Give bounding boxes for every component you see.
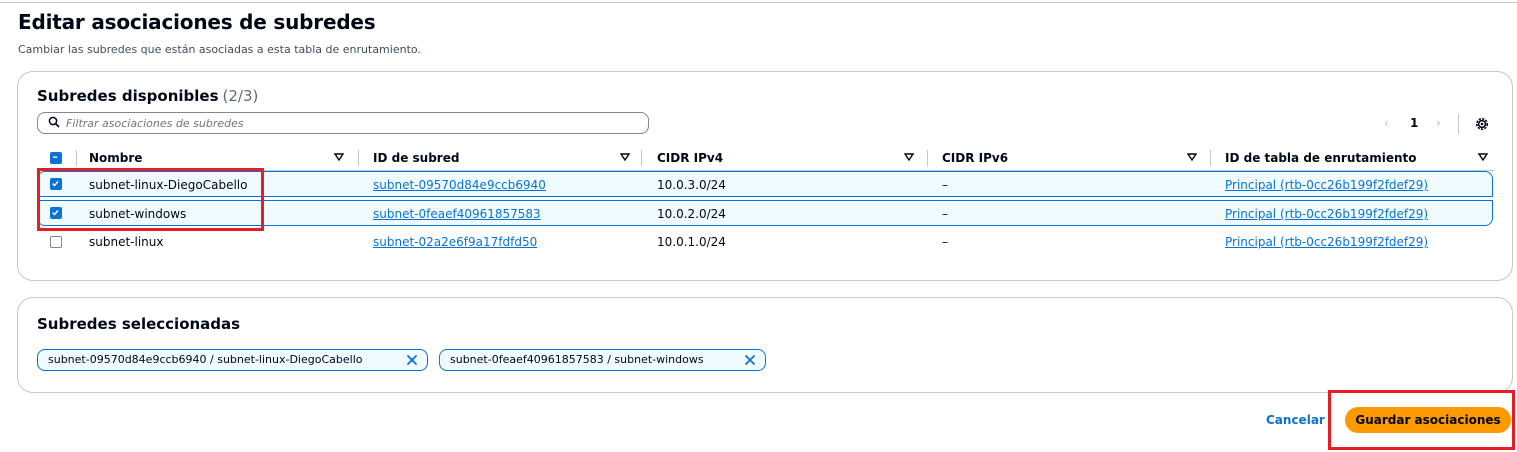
sort-icon[interactable] bbox=[904, 152, 914, 162]
sort-icon[interactable] bbox=[620, 152, 630, 162]
selection-count: (2/3) bbox=[222, 87, 259, 105]
column-divider bbox=[1210, 150, 1211, 166]
pager-divider bbox=[1458, 114, 1459, 134]
cell-route-table-link[interactable]: Principal (rtb-0cc26b199f2fdef29) bbox=[1225, 178, 1428, 192]
column-header-name[interactable]: Nombre bbox=[89, 148, 142, 168]
cell-cidr-ipv4: 10.0.1.0/24 bbox=[657, 235, 726, 249]
column-divider bbox=[76, 150, 77, 166]
table-row[interactable]: subnet-linux subnet-02a2e6f9a17fdfd50 10… bbox=[37, 229, 1493, 255]
highlight-box-selected-rows bbox=[37, 168, 264, 231]
column-header-route-table[interactable]: ID de tabla de enrutamiento bbox=[1225, 148, 1416, 168]
column-header-cidr-ipv6[interactable]: CIDR IPv6 bbox=[942, 148, 1008, 168]
selected-token: subnet-0feaef40961857583 / subnet-window… bbox=[439, 349, 766, 371]
sort-icon[interactable] bbox=[1187, 152, 1197, 162]
table-header: Nombre ID de subred CIDR IPv4 CIDR IPv6 … bbox=[36, 148, 1496, 168]
selected-subnets-panel: Subredes seleccionadas subnet-09570d84e9… bbox=[17, 297, 1513, 393]
available-subnets-heading: Subredes disponibles bbox=[37, 87, 219, 105]
column-header-subnet-id[interactable]: ID de subred bbox=[373, 148, 459, 168]
close-icon[interactable] bbox=[406, 354, 418, 366]
filter-input[interactable] bbox=[66, 115, 626, 131]
select-all-checkbox[interactable] bbox=[50, 152, 62, 164]
close-icon[interactable] bbox=[744, 354, 756, 366]
sort-icon[interactable] bbox=[334, 152, 344, 162]
cell-subnet-id-link[interactable]: subnet-09570d84e9ccb6940 bbox=[373, 178, 546, 192]
cell-route-table-link[interactable]: Principal (rtb-0cc26b199f2fdef29) bbox=[1225, 207, 1428, 221]
row-checkbox[interactable] bbox=[50, 236, 62, 248]
highlight-box-save-button bbox=[1328, 390, 1515, 450]
column-divider bbox=[927, 150, 928, 166]
cell-name: subnet-linux bbox=[89, 235, 164, 249]
chevron-left-icon[interactable]: ‹ bbox=[1384, 116, 1389, 130]
search-icon bbox=[48, 116, 60, 128]
top-divider bbox=[0, 2, 1517, 3]
cancel-button[interactable]: Cancelar bbox=[1266, 413, 1325, 427]
page-description: Cambiar las subredes que están asociadas… bbox=[18, 43, 421, 56]
gear-icon[interactable] bbox=[1474, 116, 1490, 132]
available-subnets-title: Subredes disponibles (2/3) bbox=[37, 87, 258, 105]
column-divider bbox=[358, 150, 359, 166]
cell-subnet-id-link[interactable]: subnet-02a2e6f9a17fdfd50 bbox=[373, 235, 537, 249]
page-number[interactable]: 1 bbox=[1410, 116, 1418, 130]
column-divider bbox=[641, 150, 642, 166]
cell-subnet-id-link[interactable]: subnet-0feaef40961857583 bbox=[373, 207, 541, 221]
filter-input-box[interactable] bbox=[37, 112, 649, 134]
cell-cidr-ipv4: 10.0.3.0/24 bbox=[657, 178, 726, 192]
column-header-cidr-ipv4[interactable]: CIDR IPv4 bbox=[657, 148, 723, 168]
sort-icon[interactable] bbox=[1478, 152, 1488, 162]
selected-subnets-title: Subredes seleccionadas bbox=[37, 315, 241, 333]
token-label: subnet-09570d84e9ccb6940 / subnet-linux-… bbox=[48, 353, 363, 366]
selected-token: subnet-09570d84e9ccb6940 / subnet-linux-… bbox=[37, 349, 428, 371]
token-label: subnet-0feaef40961857583 / subnet-window… bbox=[450, 353, 704, 366]
cell-route-table-link[interactable]: Principal (rtb-0cc26b199f2fdef29) bbox=[1225, 235, 1428, 249]
cell-cidr-ipv6: – bbox=[942, 207, 948, 221]
chevron-right-icon[interactable]: › bbox=[1436, 116, 1441, 130]
page-title: Editar asociaciones de subredes bbox=[18, 10, 376, 34]
cell-cidr-ipv6: – bbox=[942, 235, 948, 249]
cell-cidr-ipv6: – bbox=[942, 178, 948, 192]
cell-cidr-ipv4: 10.0.2.0/24 bbox=[657, 207, 726, 221]
